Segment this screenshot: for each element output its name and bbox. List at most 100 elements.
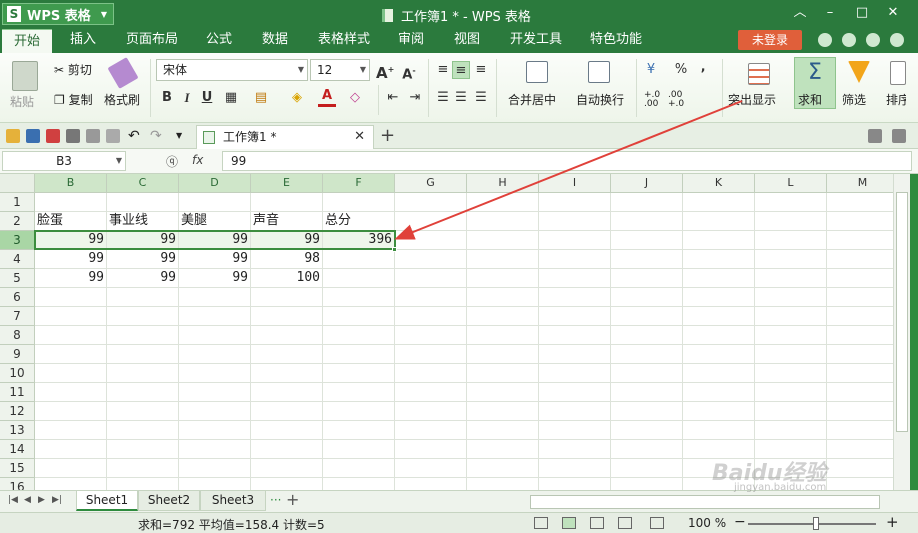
cell-b1[interactable]	[35, 193, 107, 212]
cell-d7[interactable]	[179, 307, 251, 326]
cell-b15[interactable]	[35, 459, 107, 478]
cell-l10[interactable]	[755, 364, 827, 383]
clear-format-icon[interactable]: ◇	[346, 89, 364, 107]
bold-button[interactable]: B	[158, 89, 176, 107]
cell-l3[interactable]	[755, 231, 827, 250]
spreadsheet-grid[interactable]: B C D E F G H I J K L M 1 2 脸蛋 事业线 美腿 声音 总分 3 99 99 99 99 396 4 99…	[0, 174, 893, 490]
fill-color-icon[interactable]: ◈	[288, 89, 306, 107]
cell-l13[interactable]	[755, 421, 827, 440]
horizontal-scrollbar[interactable]	[530, 495, 880, 509]
window-mode-icon[interactable]	[868, 129, 882, 143]
format-painter-button[interactable]: 格式刷	[104, 91, 140, 108]
paste-button[interactable]: 粘贴	[10, 93, 34, 110]
cell-d15[interactable]	[179, 459, 251, 478]
cell-c14[interactable]	[107, 440, 179, 459]
app-menu-button[interactable]: S WPS 表格 ▼	[2, 3, 114, 25]
prev-sheet-icon[interactable]: ◀	[24, 495, 31, 505]
help-icon[interactable]	[890, 33, 904, 47]
cell-b5[interactable]: 99	[35, 269, 107, 288]
percent-button[interactable]: %	[672, 61, 690, 79]
cell-j6[interactable]	[611, 288, 683, 307]
column-header-d[interactable]: D	[179, 174, 251, 193]
cell-g16[interactable]	[395, 478, 467, 490]
cell-c3[interactable]: 99	[107, 231, 179, 250]
cell-j14[interactable]	[611, 440, 683, 459]
cell-f11[interactable]	[323, 383, 395, 402]
column-header-b[interactable]: B	[35, 174, 107, 193]
cell-i6[interactable]	[539, 288, 611, 307]
cell-m6[interactable]	[827, 288, 893, 307]
cell-k7[interactable]	[683, 307, 755, 326]
cell-h9[interactable]	[467, 345, 539, 364]
print-preview-icon[interactable]	[86, 129, 100, 143]
cell-h13[interactable]	[467, 421, 539, 440]
cell-i8[interactable]	[539, 326, 611, 345]
select-all-corner[interactable]	[0, 174, 35, 193]
tab-list-icon[interactable]	[892, 129, 906, 143]
row-header-6[interactable]: 6	[0, 288, 35, 307]
cell-k1[interactable]	[683, 193, 755, 212]
cell-m4[interactable]	[827, 250, 893, 269]
row-header-9[interactable]: 9	[0, 345, 35, 364]
cell-c1[interactable]	[107, 193, 179, 212]
cell-b4[interactable]: 99	[35, 250, 107, 269]
cell-m15[interactable]	[827, 459, 893, 478]
cell-e2[interactable]: 声音	[251, 212, 323, 231]
sheet-tab-3[interactable]: Sheet3	[200, 491, 266, 511]
document-tab[interactable]: 工作簿1 * ✕	[196, 125, 374, 149]
cell-f15[interactable]	[323, 459, 395, 478]
column-header-m[interactable]: M	[827, 174, 893, 193]
cell-j16[interactable]	[611, 478, 683, 490]
font-size-select[interactable]: 12 ▼	[310, 59, 370, 81]
spellcheck-icon[interactable]	[106, 129, 120, 143]
cell-g7[interactable]	[395, 307, 467, 326]
add-sheet-button[interactable]: +	[286, 490, 299, 509]
cell-j12[interactable]	[611, 402, 683, 421]
highlight-button[interactable]: 突出显示	[728, 91, 776, 108]
close-tab-icon[interactable]: ✕	[354, 126, 365, 148]
cell-d14[interactable]	[179, 440, 251, 459]
cell-g8[interactable]	[395, 326, 467, 345]
sort-icon[interactable]	[890, 61, 906, 85]
tab-special[interactable]: 特色功能	[590, 31, 642, 49]
cell-d16[interactable]	[179, 478, 251, 490]
row-header-4[interactable]: 4	[0, 250, 35, 269]
column-header-g[interactable]: G	[395, 174, 467, 193]
cell-l7[interactable]	[755, 307, 827, 326]
italic-button[interactable]: I	[178, 89, 196, 107]
cell-g6[interactable]	[395, 288, 467, 307]
restore-button[interactable]: □	[850, 2, 874, 24]
cell-g9[interactable]	[395, 345, 467, 364]
tab-page-layout[interactable]: 页面布局	[126, 31, 178, 49]
cell-l5[interactable]	[755, 269, 827, 288]
cell-f9[interactable]	[323, 345, 395, 364]
highlight-icon[interactable]	[748, 63, 770, 85]
column-header-k[interactable]: K	[683, 174, 755, 193]
cell-m2[interactable]	[827, 212, 893, 231]
column-header-h[interactable]: H	[467, 174, 539, 193]
first-sheet-icon[interactable]: |◀	[8, 495, 18, 505]
cell-e13[interactable]	[251, 421, 323, 440]
formula-input[interactable]: 99	[222, 151, 912, 171]
cell-j7[interactable]	[611, 307, 683, 326]
underline-button[interactable]: U	[198, 89, 216, 107]
cell-m12[interactable]	[827, 402, 893, 421]
cell-f6[interactable]	[323, 288, 395, 307]
cell-m1[interactable]	[827, 193, 893, 212]
copy-button[interactable]: ❐ 复制	[54, 91, 93, 108]
page-break-view-icon[interactable]	[590, 517, 604, 529]
cell-h5[interactable]	[467, 269, 539, 288]
cell-e1[interactable]	[251, 193, 323, 212]
zoom-slider[interactable]	[748, 523, 876, 525]
cell-k11[interactable]	[683, 383, 755, 402]
skin-icon[interactable]	[818, 33, 832, 47]
cell-h8[interactable]	[467, 326, 539, 345]
cell-m5[interactable]	[827, 269, 893, 288]
sheet-tab-2[interactable]: Sheet2	[138, 491, 200, 511]
filter-button[interactable]: 筛选	[842, 91, 866, 108]
cell-c6[interactable]	[107, 288, 179, 307]
cell-b8[interactable]	[35, 326, 107, 345]
cell-b16[interactable]	[35, 478, 107, 490]
cell-f10[interactable]	[323, 364, 395, 383]
shirt-icon[interactable]	[866, 33, 880, 47]
